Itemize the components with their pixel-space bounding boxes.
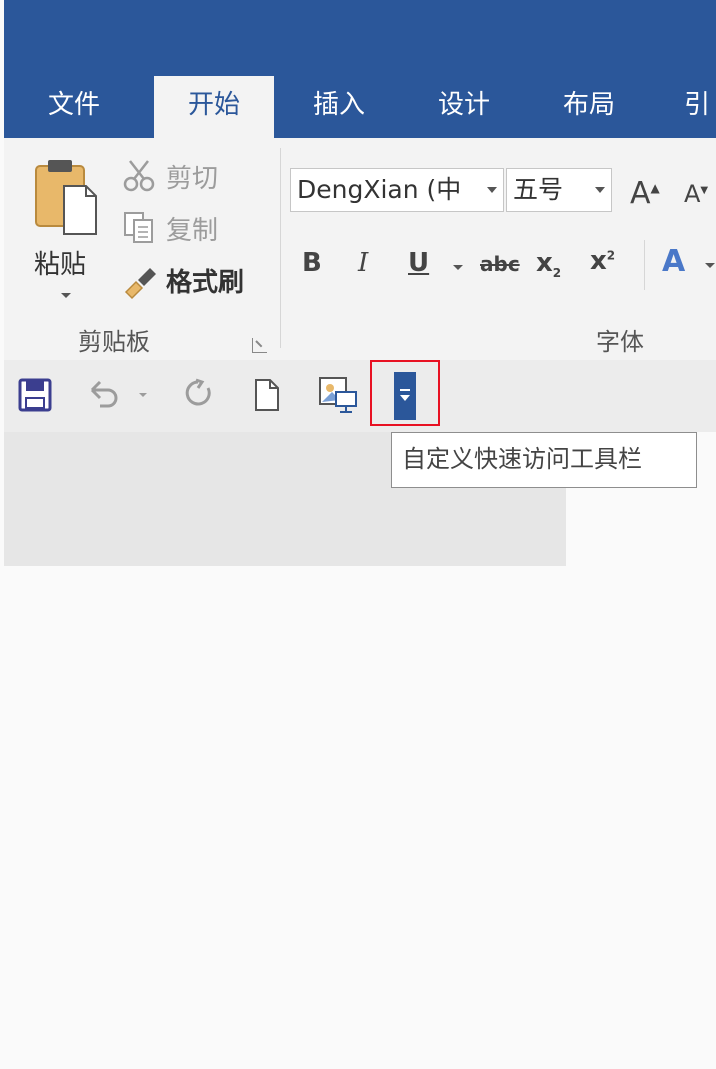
bold-button[interactable]: B [302, 248, 322, 278]
strikethrough-button[interactable]: abc [480, 252, 520, 276]
chevron-down-icon[interactable] [138, 392, 148, 398]
word-window: 文件 开始 插入 设计 布局 引 粘贴 剪切 复制 格式刷 剪贴板 DengXi… [4, 0, 716, 566]
subscript-button[interactable]: x2 [536, 248, 561, 280]
clipboard-group-label: 剪贴板 [78, 328, 150, 356]
new-document-icon[interactable] [252, 378, 282, 412]
shrink-font-button[interactable]: A▼ [684, 180, 708, 208]
clipboard-icon [35, 160, 97, 235]
cut-label: 剪切 [166, 164, 219, 194]
clipboard-dialog-launcher[interactable] [252, 338, 267, 353]
paste-button[interactable]: 粘贴 [24, 150, 104, 310]
undo-icon[interactable] [86, 378, 126, 412]
font-name-value: DengXian (中 [297, 175, 462, 204]
tooltip: 自定义快速访问工具栏 [391, 432, 697, 488]
tab-references[interactable]: 引 [664, 76, 716, 138]
group-separator [280, 148, 281, 348]
chevron-down-icon [61, 293, 71, 298]
paste-label: 粘贴 [34, 250, 87, 280]
presentation-icon[interactable] [318, 376, 358, 414]
tab-file[interactable]: 文件 [24, 76, 124, 138]
superscript-button[interactable]: x2 [590, 246, 615, 276]
redo-icon[interactable] [182, 378, 216, 412]
subscript-icon: x [536, 248, 553, 278]
copy-label: 复制 [166, 216, 219, 246]
tab-design[interactable]: 设计 [414, 76, 514, 138]
shrink-font-icon: A [684, 180, 701, 208]
copy-button[interactable]: 复制 [122, 210, 262, 246]
font-size-value: 五号 [513, 175, 564, 204]
save-icon[interactable] [18, 378, 52, 412]
chevron-down-icon[interactable] [704, 262, 716, 270]
underline-button[interactable]: U [408, 248, 429, 278]
tab-insert[interactable]: 插入 [289, 76, 389, 138]
format-painter-icon [124, 268, 156, 300]
highlight-box [370, 360, 440, 426]
chevron-down-icon[interactable] [452, 264, 464, 272]
format-painter-button[interactable]: 格式刷 [122, 262, 262, 300]
copy-icon [124, 212, 153, 243]
text-effects-button[interactable]: A [662, 244, 685, 279]
tab-home[interactable]: 开始 [154, 76, 274, 138]
ribbon-tab-bar: 文件 开始 插入 设计 布局 引 [4, 0, 716, 138]
separator [644, 240, 645, 290]
chevron-down-icon [487, 187, 497, 193]
font-name-combo[interactable]: DengXian (中 [290, 168, 504, 212]
font-group-label: 字体 [596, 328, 644, 356]
format-painter-label: 格式刷 [166, 268, 245, 298]
italic-button[interactable]: I [358, 248, 368, 278]
scissors-icon [123, 160, 155, 192]
superscript-icon: x [590, 246, 607, 276]
chevron-down-icon [595, 187, 605, 193]
grow-font-icon: A [630, 176, 651, 211]
cut-button[interactable]: 剪切 [122, 158, 262, 194]
grow-font-button[interactable]: A▲ [630, 176, 660, 211]
font-size-combo[interactable]: 五号 [506, 168, 612, 212]
tab-layout[interactable]: 布局 [539, 76, 639, 138]
